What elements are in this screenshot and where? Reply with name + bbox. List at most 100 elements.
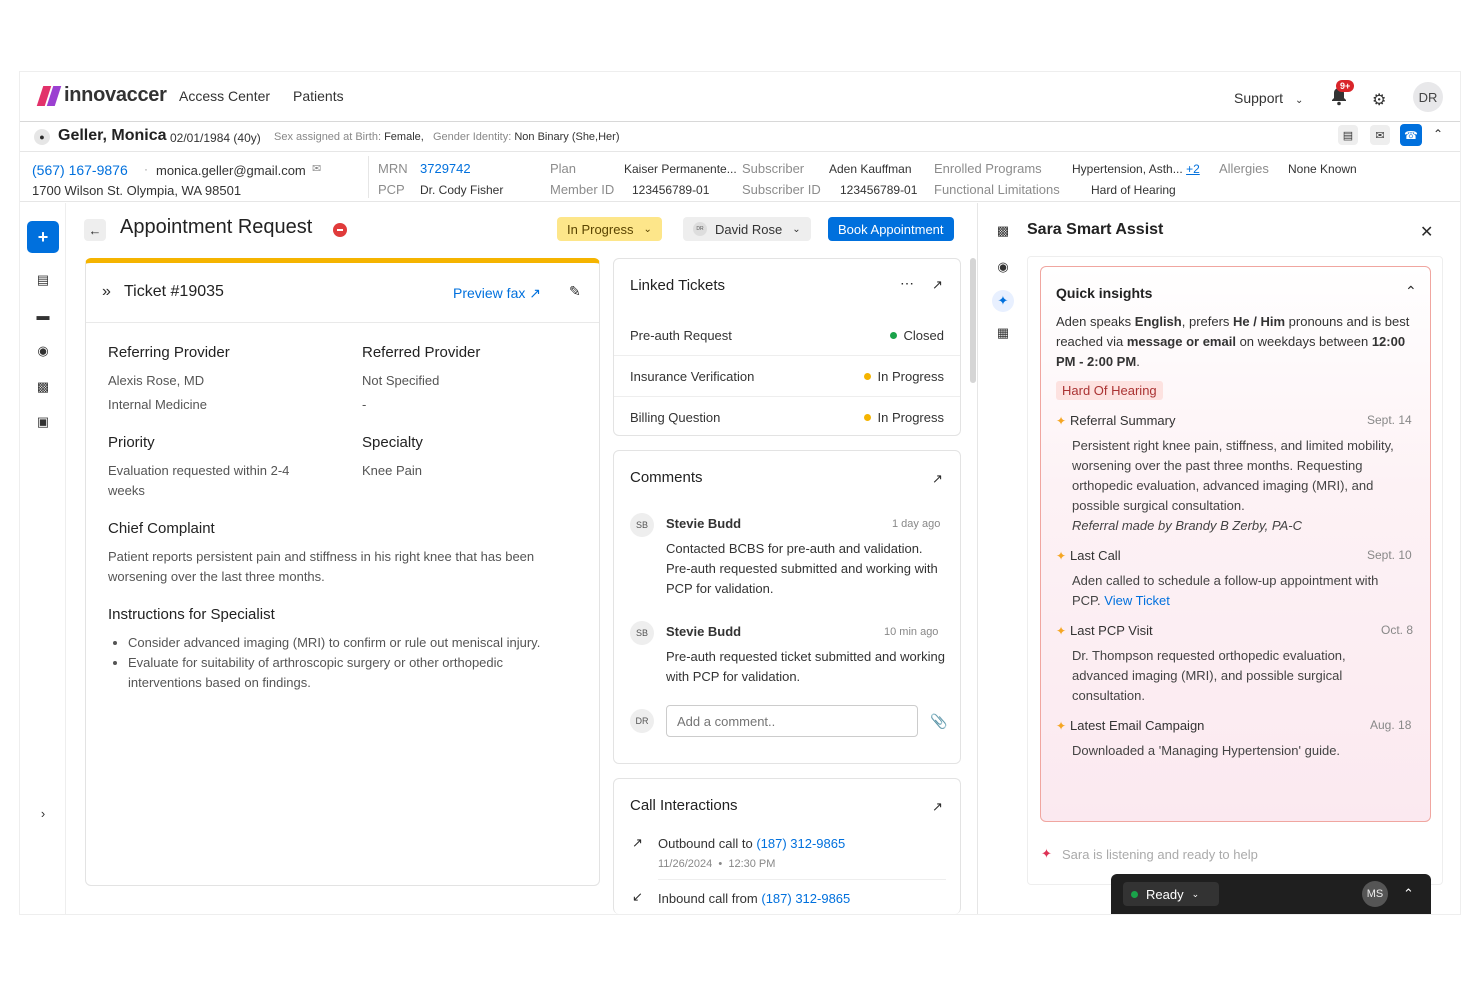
phone-icon[interactable]: ☎ (1400, 124, 1422, 146)
limitations-label: Functional Limitations (934, 182, 1060, 197)
outbound-arrow-icon: ↗ (632, 835, 643, 850)
chat-icon[interactable]: ▣ (34, 413, 52, 431)
sara-title: Sara Smart Assist (1027, 221, 1164, 238)
brand-name: innovaccer (64, 84, 167, 106)
referral-note: Referral made by Brandy B Zerby, PA-C (1072, 518, 1302, 533)
agent-avatar[interactable]: MS (1362, 881, 1388, 907)
edit-icon[interactable]: ✎ (569, 283, 581, 300)
external-link-icon[interactable]: ↗ (932, 277, 943, 293)
programs-value: Hypertension, Asth... +2 (1072, 162, 1200, 176)
book-appointment-button[interactable]: Book Appointment (828, 217, 954, 241)
user-circle-icon[interactable]: ◉ (34, 342, 52, 360)
list-icon[interactable]: ▤ (34, 271, 52, 289)
paperclip-icon[interactable]: 📎 (930, 713, 947, 730)
assist-icon[interactable]: ✦ (992, 290, 1014, 312)
subscriber-id-value: 123456789-01 (840, 183, 918, 197)
ticket-icon[interactable]: ▬ (34, 306, 52, 324)
comment-input[interactable] (666, 705, 918, 737)
patient-dob: 02/01/1984 (40y) (170, 131, 261, 145)
close-icon[interactable]: ✕ (1420, 222, 1433, 242)
linked-ticket-row[interactable]: Pre-auth Request Closed (614, 315, 960, 356)
mail-icon: ✉ (312, 163, 322, 175)
pcp-label: PCP (378, 182, 405, 197)
chevron-down-icon: ⌄ (1191, 888, 1200, 899)
chevron-right-icon[interactable]: › (34, 804, 52, 822)
external-link-icon[interactable]: ↗ (932, 799, 943, 815)
avatar: SB (630, 621, 654, 645)
priority-value: Evaluation requested within 2-4 weeks (108, 463, 290, 498)
member-label: Member ID (550, 182, 615, 197)
section-title: Referral Summary (1070, 413, 1176, 428)
section-date: Aug. 18 (1370, 718, 1412, 732)
status-dropdown[interactable]: In Progress ⌄ (557, 217, 662, 241)
back-arrow-icon[interactable]: ← (84, 219, 106, 241)
insights-title: Quick insights (1056, 285, 1153, 301)
call-datetime: 11/26/2024 • 12:30 PM (658, 858, 776, 870)
external-link-icon[interactable]: ↗ (932, 471, 943, 487)
brand-logo[interactable]: innovaccer (36, 84, 167, 107)
book-icon[interactable]: ▦ (994, 324, 1012, 342)
patient-name[interactable]: Geller, Monica (58, 127, 166, 145)
linked-tickets-panel: Linked Tickets ⋯ ↗ Pre-auth Request Close… (613, 258, 961, 436)
sara-listening-text: Sara is listening and ready to help (1062, 847, 1258, 862)
assignee-dropdown[interactable]: DR David Rose ⌄ (683, 217, 811, 241)
divider (368, 156, 369, 198)
page-title: Appointment Request (120, 216, 313, 238)
nav-access-center[interactable]: Access Center (179, 88, 270, 104)
mrn-value[interactable]: 3729742 (420, 161, 471, 176)
call-entry[interactable]: Inbound call from (187) 312-9865 (658, 891, 850, 906)
external-link-icon: ↗ (529, 285, 541, 301)
comments-title: Comments (630, 469, 703, 486)
subscriber-label: Subscriber (742, 161, 805, 176)
insights-intro: Aden speaks English, prefers He / Him pr… (1056, 314, 1410, 369)
contact-icon[interactable]: ▩ (994, 222, 1012, 240)
more-icon[interactable]: ⋯ (900, 275, 914, 292)
chevron-up-icon[interactable]: ⌃ (1433, 127, 1443, 141)
inbound-arrow-icon: ↙ (632, 889, 643, 904)
gear-icon[interactable]: ⚙ (1372, 90, 1386, 110)
double-chevron-icon[interactable]: » (102, 283, 111, 301)
chevron-down-icon: ⌄ (643, 223, 652, 235)
chevron-up-icon[interactable]: ⌃ (1405, 283, 1417, 300)
referred-provider-sub: - (362, 397, 367, 412)
mail-icon[interactable]: ✉ (1370, 125, 1390, 145)
user-avatar[interactable]: DR (1413, 82, 1443, 112)
comment-time: 1 day ago (892, 518, 941, 530)
ready-dropdown[interactable]: Ready ⌄ (1123, 882, 1219, 906)
patient-phone[interactable]: (567) 167-9876 (32, 162, 128, 178)
subscriber-value: Aden Kauffman (829, 162, 912, 176)
member-value: 123456789-01 (632, 183, 710, 197)
programs-more-link[interactable]: +2 (1186, 162, 1200, 176)
call-entry[interactable]: Outbound call to (187) 312-9865 (658, 836, 845, 851)
contact-icon[interactable]: ▩ (34, 378, 52, 396)
avatar: SB (630, 513, 654, 537)
chevron-down-icon: ⌄ (792, 223, 801, 235)
add-icon[interactable]: + (27, 221, 59, 253)
support-menu[interactable]: Support ⌄ (1234, 90, 1303, 106)
linked-ticket-row[interactable]: Insurance Verification In Progress (614, 356, 960, 397)
call-interactions-panel: Call Interactions ↗ ↗ Outbound call to (… (613, 778, 961, 914)
section-text: Persistent right knee pain, stiffness, a… (1072, 438, 1394, 533)
section-title: Last Call (1070, 548, 1121, 563)
preview-fax-link[interactable]: Preview fax ↗ (453, 285, 541, 302)
divider (658, 879, 946, 880)
linked-ticket-row[interactable]: Billing Question In Progress (614, 397, 960, 438)
allergies-value: None Known (1288, 162, 1357, 176)
user-circle-icon[interactable]: ◉ (994, 258, 1012, 276)
view-ticket-link[interactable]: View Ticket (1104, 593, 1170, 608)
chat-icon[interactable]: ▤ (1338, 125, 1358, 145)
star-icon: ✦ (1056, 549, 1067, 563)
calls-title: Call Interactions (630, 797, 738, 814)
nav-patients[interactable]: Patients (293, 88, 344, 104)
star-icon: ✦ (1056, 719, 1067, 733)
scrollbar[interactable] (970, 258, 976, 383)
agent-status-bar: Ready ⌄ MS ⌃ (1111, 874, 1431, 914)
comment-time: 10 min ago (884, 626, 939, 638)
chevron-up-icon[interactable]: ⌃ (1403, 886, 1414, 902)
patient-email[interactable]: monica.geller@gmail.com (156, 163, 306, 178)
referred-provider-value: Not Specified (362, 373, 440, 388)
pcp-value: Dr. Cody Fisher (420, 183, 504, 197)
priority-label: Priority (108, 434, 155, 451)
assignee-avatar: DR (693, 222, 707, 236)
plan-label: Plan (550, 161, 577, 176)
